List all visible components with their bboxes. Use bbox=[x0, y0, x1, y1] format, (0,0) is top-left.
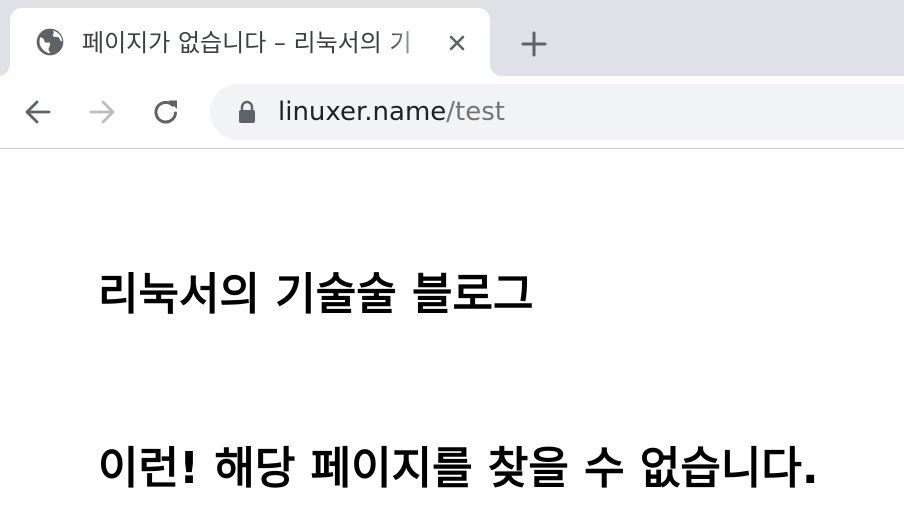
page-content: 리눅서의 기술술 블로그 이런! 해당 페이지를 찾을 수 없습니다. bbox=[0, 149, 904, 522]
active-tab[interactable]: 페이지가 없습니다 – 리눅서의 기 bbox=[10, 8, 490, 76]
reload-button[interactable] bbox=[146, 92, 186, 132]
url-path: /test bbox=[446, 97, 505, 127]
tab-title: 페이지가 없습니다 – 리눅서의 기 bbox=[82, 29, 412, 57]
toolbar: linuxer.name/test bbox=[0, 76, 904, 149]
arrow-right-icon bbox=[89, 100, 115, 124]
browser-window: 페이지가 없습니다 – 리눅서의 기 linuxer.name/test 리눅서… bbox=[0, 0, 904, 522]
new-tab-button[interactable] bbox=[514, 24, 554, 64]
tab-strip: 페이지가 없습니다 – 리눅서의 기 bbox=[0, 0, 904, 76]
close-icon[interactable] bbox=[442, 28, 472, 58]
arrow-left-icon bbox=[25, 100, 51, 124]
url-host: linuxer.name bbox=[278, 97, 447, 127]
lock-icon[interactable] bbox=[236, 100, 258, 124]
globe-icon bbox=[34, 26, 66, 58]
error-message: 이런! 해당 페이지를 찾을 수 없습니다. bbox=[98, 443, 819, 494]
plus-icon bbox=[521, 31, 547, 57]
forward-button[interactable] bbox=[82, 92, 122, 132]
url-text[interactable]: linuxer.name/test bbox=[278, 94, 505, 130]
back-button[interactable] bbox=[18, 92, 58, 132]
address-bar[interactable]: linuxer.name/test bbox=[210, 84, 904, 140]
blog-title[interactable]: 리눅서의 기술술 블로그 bbox=[98, 265, 533, 325]
reload-icon bbox=[154, 100, 177, 124]
